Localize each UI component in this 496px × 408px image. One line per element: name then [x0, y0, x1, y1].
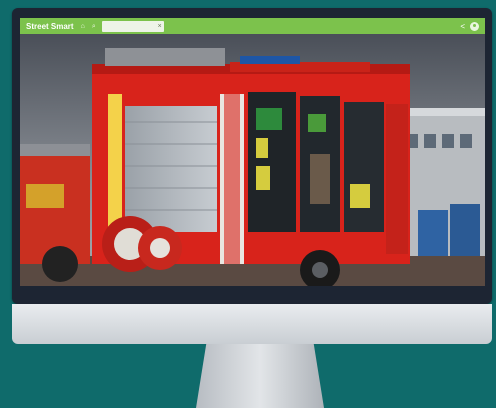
- search-input[interactable]: ×: [101, 20, 164, 32]
- monitor-stand: [196, 344, 324, 408]
- truck-left: [20, 144, 90, 282]
- monitor-screen: Street Smart ⌂ ⌕ × <: [20, 18, 485, 286]
- app-toolbar: Street Smart ⌂ ⌕ × <: [20, 18, 485, 34]
- user-icon[interactable]: [470, 21, 479, 31]
- search-icon[interactable]: ⌕: [92, 23, 96, 30]
- fire-truck: [92, 48, 410, 286]
- toolbar-right: <: [460, 21, 479, 31]
- app-title: Street Smart: [26, 21, 74, 31]
- street-image: [20, 34, 485, 286]
- home-icon[interactable]: ⌂: [81, 23, 85, 30]
- monitor-chin: [12, 304, 492, 344]
- close-icon[interactable]: ×: [158, 21, 162, 32]
- share-icon[interactable]: <: [460, 22, 465, 31]
